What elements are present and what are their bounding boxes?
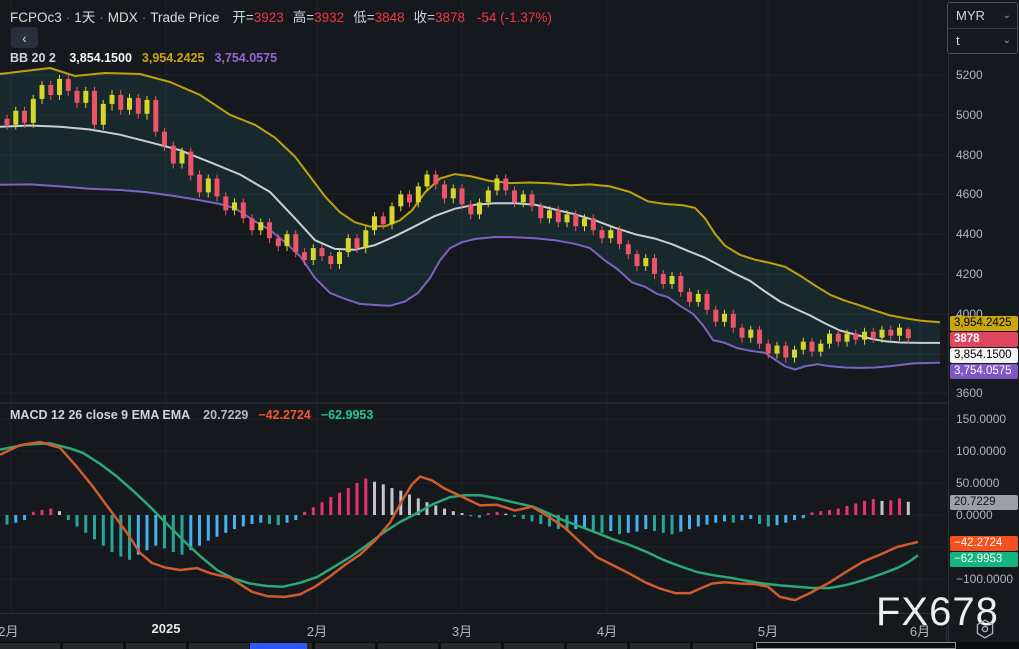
minimap-outlined-segment[interactable] [756, 642, 956, 649]
ohlc-label: 高= [292, 10, 315, 25]
title-part: Trade Price [150, 10, 220, 25]
symbol-title: FCPOc3 · 1天 · MDX · Trade Price [10, 10, 220, 25]
minimap-segment[interactable] [693, 643, 753, 649]
time-axis[interactable]: 12月20252月3月4月5月6月 [0, 613, 1019, 643]
price-axis-label: 4400 [956, 227, 983, 242]
macd-axis-label: 0.0000 [956, 508, 993, 522]
change-value: -54 (-1.37%) [476, 10, 552, 25]
title-part: MDX [107, 10, 138, 25]
macd-axis-label: −100.0000 [956, 572, 1014, 586]
macd-axis-label: 100.0000 [956, 444, 1007, 458]
indicator-value: 20.7229 [203, 408, 249, 422]
price-axis-label: 4600 [956, 187, 983, 202]
currency-unit-selector: MYR ⌄ t ⌄ [947, 2, 1018, 54]
price-tag: 3878 [950, 332, 1018, 347]
minimap-segment[interactable] [504, 643, 564, 649]
trading-chart-app: FCPOc3 · 1天 · MDX · Trade Price 开=3923 高=3932 低=… [0, 0, 1019, 649]
symbol-header[interactable]: FCPOc3 · 1天 · MDX · Trade Price 开=3923 高=3932 低=… [10, 6, 552, 26]
chevron-down-icon: ⌄ [1002, 10, 1011, 21]
title-separator: · [141, 10, 147, 25]
price-tag: −62.9953 [950, 552, 1018, 567]
back-button[interactable]: ‹ [11, 27, 38, 48]
minimap-segment[interactable] [441, 643, 501, 649]
price-tag: −42.2724 [950, 536, 1018, 551]
price-axis-label: 5200 [956, 68, 983, 82]
indicator-value: 3,954.2425 [141, 51, 205, 65]
ohlc-label: 开= [232, 10, 254, 25]
title-part: 1天 [74, 10, 96, 25]
chart-canvas[interactable] [0, 0, 948, 642]
price-tag: 20.7229 [950, 495, 1018, 510]
time-axis-label: 3月 [451, 624, 473, 639]
currency-value: MYR [956, 8, 985, 23]
minimap-segment[interactable] [189, 643, 249, 649]
macd-legend-values: 20.7229 −42.2724 −62.9953 [193, 408, 373, 422]
title-separator: · [99, 10, 104, 25]
macd-axis-label: 150.0000 [956, 412, 1007, 426]
macd-indicator-legend[interactable]: MACD 12 26 close 9 EMA EMA 20.7229 −42.27… [10, 408, 373, 422]
ohlc-label: 收= [413, 10, 436, 25]
unit-dropdown[interactable]: t ⌄ [948, 29, 1017, 53]
time-axis-label: 12月 [0, 624, 19, 639]
minimap-strip[interactable] [0, 642, 1019, 649]
ohlc-label: 低= [353, 10, 375, 25]
indicator-value: −62.9953 [320, 408, 374, 422]
minimap-segment[interactable] [630, 643, 690, 649]
price-tag: 3,954.2425 [950, 316, 1018, 331]
title-part: FCPOc3 [10, 10, 62, 25]
bb-legend-values: 3,854.1500 3,954.2425 3,754.0575 [59, 51, 277, 65]
time-axis-label: 4月 [596, 624, 618, 639]
settings-gear-icon[interactable] [973, 617, 997, 641]
title-separator: · [65, 10, 71, 25]
minimap-segment[interactable] [567, 643, 627, 649]
minimap-segment[interactable] [0, 643, 60, 649]
unit-value: t [956, 33, 960, 48]
currency-dropdown[interactable]: MYR ⌄ [948, 3, 1017, 29]
time-axis-label: 2月 [306, 624, 328, 639]
bb-legend-label: BB 20 2 [10, 51, 56, 65]
ohlc-value: 3923 [253, 10, 284, 25]
price-axis-label: 3600 [956, 386, 983, 401]
ohlc-values: 开=3923 高=3932 低=3848 收=3878 [223, 10, 465, 25]
minimap-segment[interactable] [63, 643, 123, 649]
price-axis-label: 4800 [956, 147, 983, 162]
chevron-down-icon: ⌄ [1002, 35, 1011, 46]
price-tag: 3,754.0575 [950, 364, 1018, 379]
price-tag: 3,854.1500 [950, 348, 1018, 363]
minimap-segment[interactable] [378, 643, 438, 649]
indicator-value: 3,854.1500 [69, 51, 132, 65]
ohlc-value: 3932 [314, 10, 345, 25]
price-axis[interactable]: 520050004800460044004200400038003600150.… [948, 0, 1019, 642]
price-axis-label: 4200 [956, 267, 983, 281]
ohlc-value: 3848 [374, 10, 405, 25]
minimap-active-segment[interactable] [250, 643, 307, 649]
indicator-value: −42.2724 [258, 408, 311, 422]
macd-legend-label: MACD 12 26 close 9 EMA EMA [10, 408, 190, 422]
bb-indicator-legend[interactable]: BB 20 2 3,854.1500 3,954.2425 3,754.0575 [10, 51, 277, 65]
minimap-segment[interactable] [126, 643, 186, 649]
indicator-value: 3,754.0575 [214, 51, 278, 65]
minimap-segment[interactable] [315, 643, 375, 649]
time-axis-label: 2025 [151, 621, 181, 636]
price-axis-label: 5000 [956, 107, 983, 122]
ohlc-value: 3878 [435, 10, 466, 25]
time-axis-label: 5月 [757, 624, 779, 639]
macd-axis-label: 50.0000 [956, 476, 1000, 490]
